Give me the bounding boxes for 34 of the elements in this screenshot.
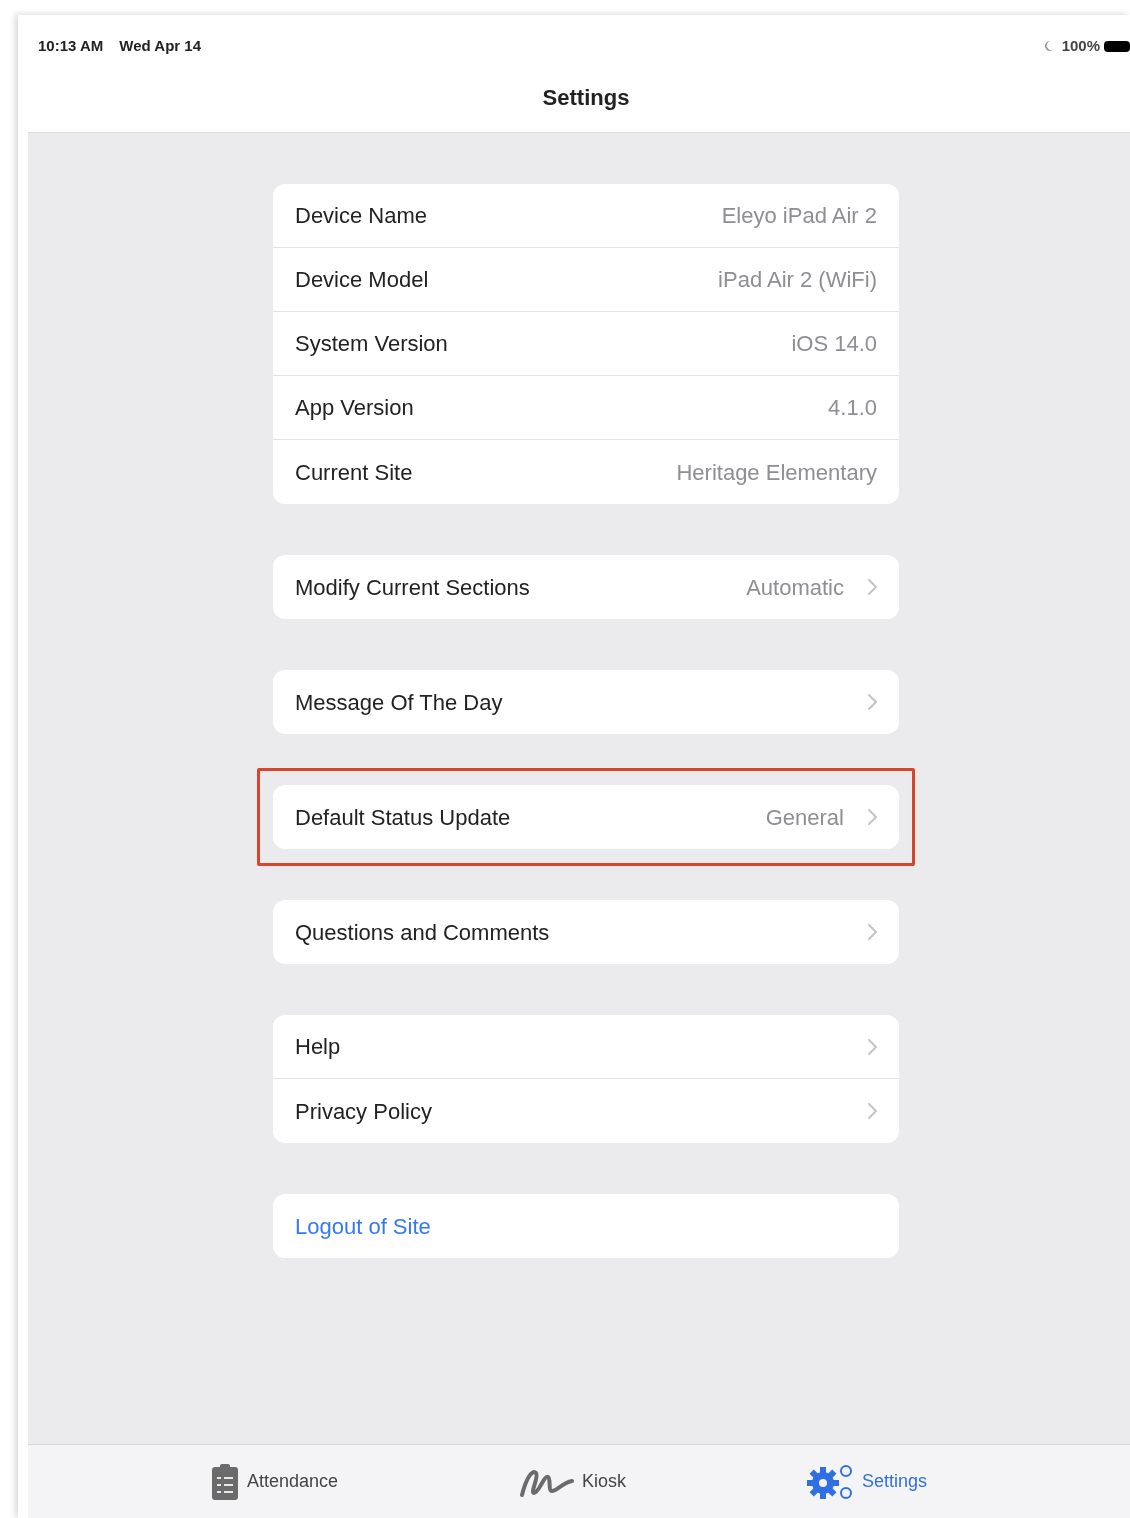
status-date: Wed Apr 14 [119, 35, 201, 56]
chevron-icon [868, 1038, 877, 1055]
settings-row[interactable]: Modify Current Sections Automatic [273, 555, 899, 619]
settings-row[interactable]: Help [273, 1015, 899, 1079]
logout-link[interactable]: Logout of Site [295, 1209, 431, 1243]
tab-item[interactable]: Settings [806, 1462, 928, 1501]
settings-row[interactable]: Questions and Comments [273, 900, 899, 964]
settings-row[interactable]: Message Of The Day [273, 670, 899, 734]
row-label: Device Model [295, 266, 429, 294]
row-label: App Version [295, 394, 414, 422]
chevron-icon [868, 579, 877, 595]
row-value: Heritage Elementary [676, 458, 877, 487]
row-label: System Version [295, 330, 448, 358]
battery-percentage: 100% [1061, 35, 1100, 56]
chevron-icon [868, 1103, 877, 1119]
settings-row[interactable]: Privacy Policy [273, 1079, 899, 1143]
tab-item[interactable]: Attendance [210, 1462, 338, 1501]
battery-icon [1104, 40, 1130, 52]
clipboard-icon [210, 1462, 239, 1501]
row-value: 4.1.0 [828, 394, 877, 422]
chevron-icon [868, 809, 877, 825]
navigation-title: Settings [542, 84, 630, 112]
row-value: iOS 14.0 [791, 330, 877, 358]
row-label: Current Site [295, 458, 413, 487]
chevron-icon [868, 694, 877, 710]
gears-icon [806, 1462, 854, 1501]
tab-item[interactable]: Kiosk [518, 1464, 626, 1499]
moon-icon [1043, 40, 1054, 52]
row-value: Eleyo iPad Air 2 [721, 202, 877, 230]
row-label: Device Name [295, 202, 428, 230]
row-value: iPad Air 2 (WiFi) [718, 266, 877, 294]
status-time: 10:13 AM [38, 35, 104, 56]
chevron-icon [868, 924, 877, 940]
settings-row[interactable]: Default Status Update General [273, 785, 899, 849]
